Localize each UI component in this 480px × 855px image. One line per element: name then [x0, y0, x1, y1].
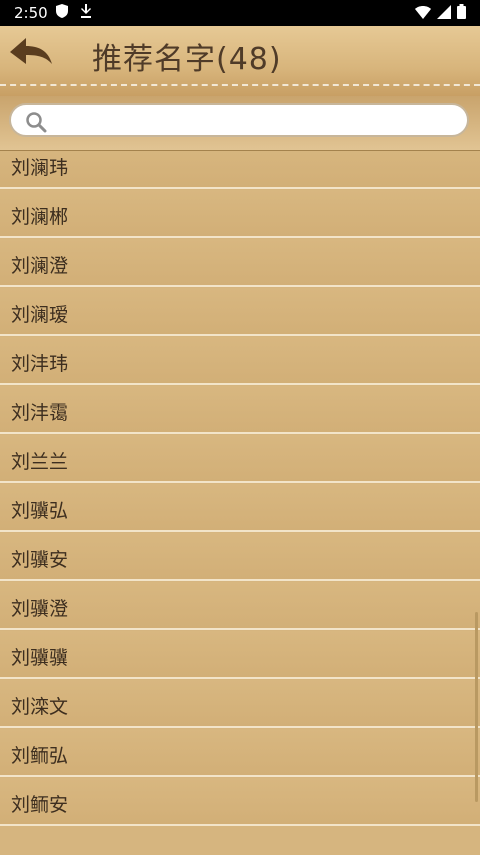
- shield-icon: [56, 4, 68, 22]
- name-text: 刘骥骥: [11, 647, 69, 669]
- list-item[interactable]: 刘骥澄: [0, 582, 480, 630]
- name-text: 刘骥澄: [11, 598, 69, 620]
- list-item[interactable]: 刘滦文: [0, 680, 480, 728]
- stitch-divider: [0, 84, 480, 86]
- list-item[interactable]: 刘沣玮: [0, 337, 480, 385]
- download-icon: [80, 4, 92, 22]
- list-item[interactable]: 刘骥弘: [0, 484, 480, 532]
- list-item[interactable]: 刘澜玮: [0, 151, 480, 189]
- name-text: 刘澜澄: [11, 255, 69, 277]
- signal-icon: [437, 4, 451, 23]
- list-item[interactable]: 刘澜澄: [0, 239, 480, 287]
- status-time: 2:50: [14, 4, 48, 22]
- back-arrow-icon: [8, 38, 54, 74]
- name-text: 刘滦文: [11, 696, 69, 718]
- list-item[interactable]: 刘鲕弘: [0, 729, 480, 777]
- page-title: 推荐名字(48): [92, 42, 282, 77]
- name-text: 刘鲕弘: [11, 745, 69, 767]
- search-icon: [25, 111, 47, 137]
- status-left-icons: [56, 4, 92, 22]
- name-text: 刘沣霭: [11, 402, 69, 424]
- name-text: 刘澜玮: [11, 157, 69, 179]
- title-bar: 推荐名字(48): [0, 26, 480, 97]
- name-text: 刘骥安: [11, 549, 69, 571]
- wifi-icon: [415, 5, 431, 23]
- list-item[interactable]: 刘骥安: [0, 533, 480, 581]
- back-button[interactable]: [8, 34, 64, 74]
- list-item[interactable]: 刘澜郴: [0, 190, 480, 238]
- name-text: 刘兰兰: [11, 451, 69, 473]
- status-right-icons: [415, 4, 466, 23]
- list-item[interactable]: 刘兰兰: [0, 435, 480, 483]
- name-list: 刘澜玮 刘澜郴 刘澜澄 刘澜瑷 刘沣玮 刘沣霭 刘兰兰 刘骥弘 刘骥安 刘骥澄 …: [0, 151, 480, 855]
- scrollbar[interactable]: [475, 612, 478, 802]
- name-text: 刘澜郴: [11, 206, 69, 228]
- name-text: 刘沣玮: [11, 353, 69, 375]
- list-item[interactable]: 刘澜瑷: [0, 288, 480, 336]
- list-item[interactable]: 刘鲕安: [0, 778, 480, 826]
- list-item[interactable]: 刘骥骥: [0, 631, 480, 679]
- search-input[interactable]: [9, 103, 469, 137]
- name-text: 刘鲕安: [11, 794, 69, 816]
- name-text: 刘澜瑷: [11, 304, 69, 326]
- search-area: [0, 96, 480, 151]
- list-item[interactable]: 刘沣霭: [0, 386, 480, 434]
- battery-icon: [457, 4, 466, 23]
- status-bar: 2:50: [0, 0, 480, 26]
- name-text: 刘骥弘: [11, 500, 69, 522]
